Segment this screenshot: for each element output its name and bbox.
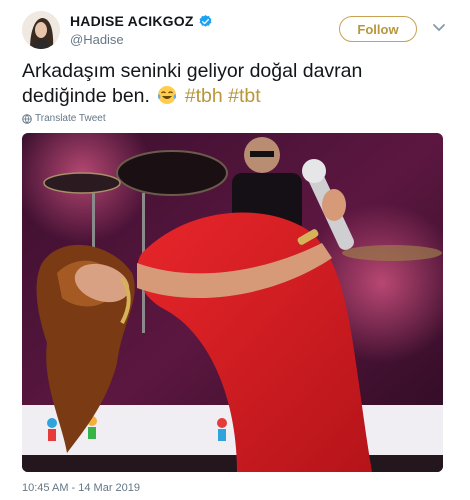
hashtag-tbt[interactable]: #tbt xyxy=(228,85,261,107)
verified-badge-icon xyxy=(199,14,212,27)
author-name[interactable]: HADISE ACIKGOZ xyxy=(70,13,194,29)
translate-tweet-link[interactable]: Translate Tweet xyxy=(22,113,106,124)
tweet-media-photo[interactable] xyxy=(22,133,443,472)
follow-button[interactable]: Follow xyxy=(339,16,417,42)
hashtag-tbh[interactable]: #tbh xyxy=(185,85,223,107)
tweet-text: Arkadaşım seninki geliyor doğal davran d… xyxy=(22,59,452,109)
avatar-image xyxy=(22,11,60,49)
chevron-down-icon[interactable] xyxy=(432,22,446,34)
globe-icon xyxy=(22,113,32,124)
concert-photo xyxy=(22,133,443,472)
avatar[interactable] xyxy=(22,11,60,49)
translate-label[interactable]: Translate Tweet xyxy=(35,113,106,124)
author-handle[interactable]: @Hadise xyxy=(70,32,124,47)
author-name-row[interactable]: HADISE ACIKGOZ xyxy=(70,13,213,29)
tears-of-joy-emoji-icon xyxy=(158,86,177,104)
tweet-timestamp[interactable]: 10:45 AM - 14 Mar 2019 xyxy=(22,482,140,494)
